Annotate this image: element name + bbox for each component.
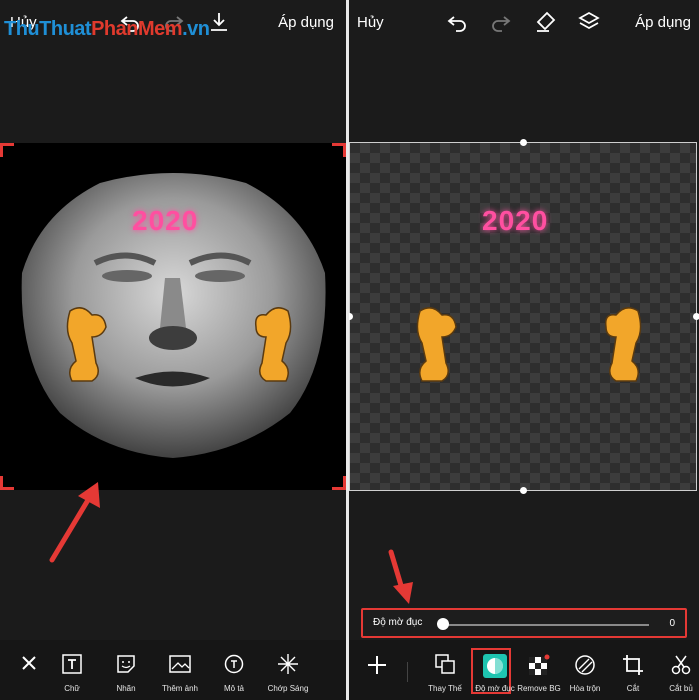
right-bottom-toolbar: Thay Thế Độ mờ đục Remove BG Hòa trộn Cắ…: [349, 640, 699, 700]
left-editor-panel: Hủy Áp dụng ThuThuatPhanMem.vn 2020 Chữ …: [0, 0, 346, 700]
add-image-icon: [169, 655, 191, 673]
redo-icon[interactable]: [489, 10, 513, 34]
close-icon: [22, 656, 36, 670]
opacity-icon: [483, 654, 507, 678]
add-button[interactable]: [351, 640, 403, 700]
photo-canvas[interactable]: 2020: [0, 143, 346, 490]
flash-icon: [278, 654, 298, 674]
opacity-slider-knob[interactable]: [437, 618, 449, 630]
cutout-icon: [671, 655, 691, 675]
layers-icon[interactable]: [577, 10, 601, 34]
tool-flash[interactable]: Chớp Sáng: [260, 640, 316, 700]
apply-button[interactable]: Áp dụng: [635, 14, 691, 31]
red-arrow-annotation: [388, 549, 413, 604]
apply-button[interactable]: Áp dụng: [278, 14, 334, 31]
opacity-label: Độ mờ đục: [373, 617, 423, 628]
tiger-sticker-left[interactable]: [62, 303, 110, 385]
resize-handle-left[interactable]: [349, 313, 353, 320]
sticker-icon: [117, 655, 135, 673]
neon-2020-sticker[interactable]: 2020: [132, 205, 198, 237]
right-editor-panel: Hủy Áp dụng 2020 Độ mờ đục 0 Thay Thế Độ…: [349, 0, 699, 700]
neon-2020-sticker[interactable]: 2020: [482, 205, 548, 237]
tiger-sticker-right[interactable]: [598, 303, 646, 385]
watermark: ThuThuatPhanMem.vn: [4, 18, 210, 40]
text-icon: [62, 654, 82, 674]
undo-icon[interactable]: [445, 10, 469, 34]
cancel-button[interactable]: Hủy: [357, 14, 384, 31]
resize-handle-bottom[interactable]: [520, 487, 527, 494]
crop-corner-top-right[interactable]: [332, 143, 346, 157]
replace-icon: [435, 654, 455, 674]
plus-icon: [368, 656, 386, 674]
blend-icon: [575, 655, 595, 675]
remove-bg-icon: [529, 654, 550, 675]
tiger-sticker-left[interactable]: [412, 303, 460, 385]
right-top-bar: Hủy Áp dụng: [349, 0, 699, 44]
description-icon: [224, 654, 244, 674]
crop-corner-bottom-left[interactable]: [0, 476, 14, 490]
tool-cutout[interactable]: Cắt bủ: [653, 640, 699, 700]
crop-corner-top-left[interactable]: [0, 143, 14, 157]
resize-handle-top[interactable]: [520, 139, 527, 146]
opacity-slider-track[interactable]: [443, 624, 649, 626]
eraser-icon[interactable]: [533, 10, 557, 34]
crop-corner-bottom-right[interactable]: [332, 476, 346, 490]
toolbar-separator: [407, 662, 408, 682]
left-bottom-toolbar: Chữ Nhãn Thêm ảnh Mô tả Chớp Sáng: [0, 640, 346, 700]
opacity-value: 0: [669, 618, 675, 629]
download-icon[interactable]: [207, 10, 231, 34]
crop-icon: [623, 655, 643, 675]
tiger-sticker-right[interactable]: [248, 303, 296, 385]
opacity-slider-row: Độ mờ đục 0: [361, 608, 687, 638]
resize-handle-right[interactable]: [693, 313, 699, 320]
red-arrow-annotation: [49, 482, 100, 563]
transparent-canvas[interactable]: 2020: [349, 139, 699, 494]
